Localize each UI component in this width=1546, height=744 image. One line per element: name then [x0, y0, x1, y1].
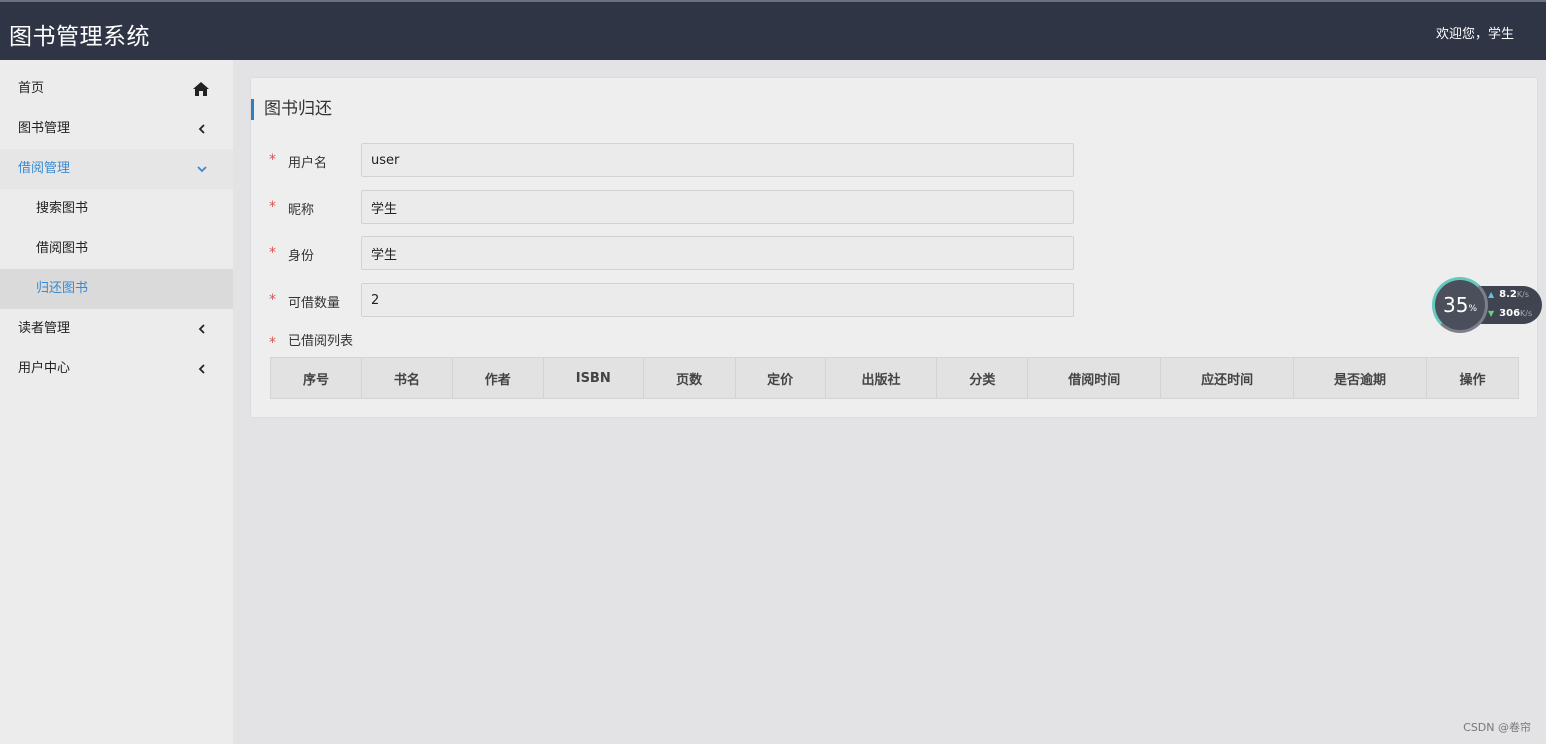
sidebar-item-label: 归还图书: [36, 281, 89, 296]
chevron-left-icon: [195, 309, 209, 349]
chevron-down-icon: [195, 149, 209, 189]
chevron-left-icon: [195, 349, 209, 389]
download-arrow-icon: ▼: [1488, 309, 1495, 318]
sidebar-item-label: 借阅图书: [36, 241, 89, 256]
borrow-quota-row: * 可借数量: [269, 283, 1079, 317]
column-header[interactable]: 书名: [360, 357, 453, 399]
required-mark: *: [269, 199, 276, 215]
page-title: 图书归还: [251, 99, 332, 120]
column-header[interactable]: 出版社: [824, 357, 938, 399]
column-header[interactable]: ISBN: [542, 357, 644, 399]
sidebar-item-label: 搜索图书: [36, 201, 89, 216]
column-header[interactable]: 序号: [270, 357, 362, 399]
upload-speed: ▲ 8.2K/s: [1488, 289, 1529, 300]
identity-field[interactable]: [361, 236, 1074, 270]
column-header[interactable]: 分类: [936, 357, 1029, 399]
identity-row: * 身份: [269, 236, 1079, 270]
sidebar-item-home[interactable]: 首页: [0, 69, 233, 109]
network-monitor-widget[interactable]: ▲ 8.2K/s ▼ 306K/s 35%: [1432, 277, 1544, 333]
chevron-left-icon: [195, 109, 209, 149]
sidebar: 首页 图书管理 借阅管理 搜索图书 借阅图书 归还图书 读者管理 用户中心: [0, 60, 233, 744]
table-header-row: 序号 书名 作者 ISBN 页数 定价 出版社 分类 借阅时间 应还时间 是否逾…: [270, 357, 1519, 399]
home-icon: [191, 69, 211, 109]
column-header[interactable]: 是否逾期: [1293, 357, 1427, 399]
usage-gauge: 35%: [1432, 277, 1488, 333]
download-speed: ▼ 306K/s: [1488, 308, 1533, 319]
sidebar-item-return-books[interactable]: 归还图书: [0, 269, 233, 309]
sidebar-item-label: 读者管理: [18, 321, 71, 336]
column-header[interactable]: 操作: [1426, 357, 1519, 399]
upload-arrow-icon: ▲: [1488, 290, 1495, 299]
watermark: CSDN @卷帘: [1463, 721, 1531, 734]
usage-percent: 35: [1442, 293, 1469, 317]
sidebar-item-label: 图书管理: [18, 121, 71, 136]
usage-percent-unit: %: [1468, 303, 1477, 314]
borrowed-books-table: 序号 书名 作者 ISBN 页数 定价 出版社 分类 借阅时间 应还时间 是否逾…: [270, 357, 1519, 399]
borrow-quota-field[interactable]: [361, 283, 1074, 317]
sidebar-item-label: 借阅管理: [18, 161, 71, 176]
column-header[interactable]: 页数: [642, 357, 736, 399]
identity-label: 身份: [288, 249, 315, 264]
required-mark: *: [269, 152, 276, 168]
username-row: * 用户名: [269, 143, 1079, 177]
username-field[interactable]: [361, 143, 1074, 177]
top-header: 图书管理系统 欢迎您，学生: [0, 0, 1546, 60]
column-header[interactable]: 应还时间: [1160, 357, 1295, 399]
required-mark: *: [269, 335, 276, 351]
required-mark: *: [269, 292, 276, 308]
sidebar-item-book-management[interactable]: 图书管理: [0, 109, 233, 149]
app-title: 图书管理系统: [9, 24, 150, 50]
username-label: 用户名: [288, 156, 328, 171]
borrow-quota-label: 可借数量: [288, 296, 341, 311]
column-header[interactable]: 作者: [451, 357, 544, 399]
sidebar-item-user-center[interactable]: 用户中心: [0, 349, 233, 389]
sidebar-item-borrow-books[interactable]: 借阅图书: [0, 229, 233, 269]
welcome-text: 欢迎您，学生: [1435, 27, 1514, 42]
return-book-panel: 图书归还 * 用户名 * 昵称 * 身份 * 可借数量 * 已借阅列表 序号 书…: [251, 78, 1537, 417]
column-header[interactable]: 借阅时间: [1027, 357, 1162, 399]
sidebar-item-label: 首页: [18, 81, 45, 96]
required-mark: *: [269, 245, 276, 261]
sidebar-item-reader-management[interactable]: 读者管理: [0, 309, 233, 349]
sidebar-item-borrow-management[interactable]: 借阅管理: [0, 149, 233, 189]
nickname-field[interactable]: [361, 190, 1074, 224]
sidebar-item-label: 用户中心: [18, 361, 71, 376]
sidebar-item-search-books[interactable]: 搜索图书: [0, 189, 233, 229]
nickname-row: * 昵称: [269, 190, 1079, 224]
nickname-label: 昵称: [288, 203, 315, 218]
column-header[interactable]: 定价: [734, 357, 826, 399]
borrowed-list-label: 已借阅列表: [288, 334, 354, 349]
